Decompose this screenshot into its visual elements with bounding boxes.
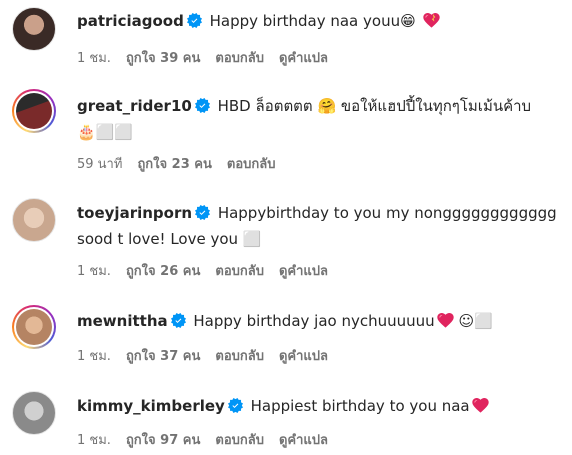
avatar-image bbox=[12, 391, 56, 435]
comment-item: mewnittha Happy birthday jao nychuuuuuu … bbox=[0, 290, 572, 378]
heart-icon bbox=[422, 13, 440, 28]
translate-button[interactable]: ดูคำแปล bbox=[279, 51, 328, 66]
likes-count[interactable]: ถูกใจ 39 คน bbox=[126, 51, 200, 66]
cake-emoji-icon: 🎂 bbox=[77, 123, 96, 141]
avatar[interactable] bbox=[12, 7, 56, 51]
comment-text-2: ขอให้แฮปปี้ในทุกๆโมเม้นค้าบ bbox=[340, 97, 532, 115]
translate-button[interactable]: ดูคำแปล bbox=[279, 264, 328, 279]
reply-button[interactable]: ตอบกลับ bbox=[215, 264, 264, 279]
avatar-inner bbox=[14, 91, 54, 131]
avatar-inner bbox=[14, 307, 54, 347]
comment-meta: 1 ชม. ถูกใจ 97 คน ตอบกลับ ดูคำแปล bbox=[77, 429, 343, 450]
comment-item: great_rider10 HBD ล็อตตตต 🤗 ขอให้แฮปปี้ใ… bbox=[0, 85, 572, 185]
reply-button[interactable]: ตอบกลับ bbox=[227, 157, 276, 172]
avatar[interactable] bbox=[12, 305, 56, 349]
verified-badge-icon bbox=[195, 205, 211, 220]
comment-item: toeyjarinporn Happybirthday to you my no… bbox=[0, 185, 572, 290]
comment-time: 1 ชม. bbox=[77, 349, 111, 364]
likes-count[interactable]: ถูกใจ 26 คน bbox=[126, 264, 200, 279]
verified-badge-icon bbox=[194, 98, 210, 113]
comment-username[interactable]: great_rider10 bbox=[77, 97, 192, 115]
comment-username[interactable]: kimmy_kimberley bbox=[77, 397, 225, 415]
verified-badge-icon bbox=[227, 398, 243, 413]
heart-icon bbox=[471, 398, 489, 413]
grinning-emoji-icon: 😁 bbox=[400, 12, 416, 30]
comment-username[interactable]: toeyjarinporn bbox=[77, 204, 192, 222]
comment-time: 1 ชม. bbox=[77, 51, 111, 66]
avatar[interactable] bbox=[12, 198, 56, 242]
verified-badge-icon bbox=[186, 13, 202, 28]
comment-text: HBD ล็อตตตต bbox=[217, 97, 313, 115]
avatar[interactable] bbox=[12, 391, 56, 435]
likes-count[interactable]: ถูกใจ 37 คน bbox=[126, 349, 200, 364]
comment-meta: 1 ชม. ถูกใจ 26 คน ตอบกลับ ดูคำแปล bbox=[77, 260, 343, 281]
comment-text-tail: ⬜ bbox=[242, 230, 262, 248]
comment-time: 1 ชม. bbox=[77, 433, 111, 448]
avatar-image bbox=[16, 309, 52, 345]
comment-body: mewnittha Happy birthday jao nychuuuuuu … bbox=[77, 308, 564, 334]
comment-body: kimmy_kimberley Happiest birthday to you… bbox=[77, 393, 564, 419]
comment-text: Happiest birthday to you naa bbox=[250, 397, 470, 415]
comment-item: patriciagood Happy birthday naa youu😁 1 … bbox=[0, 0, 572, 85]
comment-username[interactable]: patriciagood bbox=[77, 12, 184, 30]
likes-count[interactable]: ถูกใจ 23 คน bbox=[137, 157, 211, 172]
translate-button[interactable]: ดูคำแปล bbox=[279, 349, 328, 364]
comment-meta: 1 ชม. ถูกใจ 37 คน ตอบกลับ ดูคำแปล bbox=[77, 345, 343, 366]
translate-button[interactable]: ดูคำแปล bbox=[279, 433, 328, 448]
avatar-image bbox=[12, 198, 56, 242]
verified-badge-icon bbox=[170, 313, 186, 328]
comment-body: toeyjarinporn Happybirthday to you my no… bbox=[77, 200, 564, 252]
hugging-emoji-icon: 🤗 bbox=[317, 97, 337, 115]
comment-meta: 59 นาที ถูกใจ 23 คน ตอบกลับ bbox=[77, 153, 290, 174]
comment-text-tail: ⬜⬜ bbox=[95, 123, 134, 141]
reply-button[interactable]: ตอบกลับ bbox=[215, 433, 264, 448]
comment-item: kimmy_kimberley Happiest birthday to you… bbox=[0, 378, 572, 455]
likes-count[interactable]: ถูกใจ 97 คน bbox=[126, 433, 200, 448]
comment-text: Happy birthday jao nychuuuuuu bbox=[193, 312, 435, 330]
reply-button[interactable]: ตอบกลับ bbox=[215, 51, 264, 66]
avatar-image bbox=[16, 93, 52, 129]
avatar[interactable] bbox=[12, 89, 56, 133]
comment-time: 59 นาที bbox=[77, 157, 123, 172]
avatar-image bbox=[12, 7, 56, 51]
heart-icon bbox=[436, 313, 454, 328]
comment-text: Happybirthday to you my nongggggggggggg bbox=[217, 204, 557, 222]
comment-body: patriciagood Happy birthday naa youu😁 bbox=[77, 8, 564, 34]
comment-text-2: sood t love! Love you bbox=[77, 230, 239, 248]
comment-username[interactable]: mewnittha bbox=[77, 312, 168, 330]
comment-meta: 1 ชม. ถูกใจ 39 คน ตอบกลับ ดูคำแปล bbox=[77, 47, 343, 68]
comment-time: 1 ชม. bbox=[77, 264, 111, 279]
comment-text-tail: ☺⬜ bbox=[458, 312, 493, 330]
comment-text: Happy birthday naa youu bbox=[209, 12, 401, 30]
reply-button[interactable]: ตอบกลับ bbox=[215, 349, 264, 364]
comment-body: great_rider10 HBD ล็อตตตต 🤗 ขอให้แฮปปี้ใ… bbox=[77, 93, 564, 145]
